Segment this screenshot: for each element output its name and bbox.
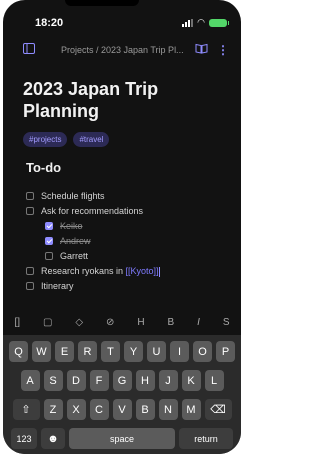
keyboard-row-1: Q W E R T Y U I O P	[3, 341, 241, 362]
more-icon[interactable]: ⋮	[217, 43, 229, 57]
tag-travel[interactable]: #travel	[73, 132, 110, 147]
tag-icon[interactable]: ◇	[75, 317, 83, 328]
todo-checkbox-checked[interactable]	[45, 237, 53, 245]
key-z[interactable]: Z	[43, 399, 63, 420]
attachment-icon[interactable]: ⊘	[106, 317, 114, 328]
key-c[interactable]: C	[89, 399, 109, 420]
heading-icon[interactable]: H	[137, 317, 144, 328]
todo-checkbox-checked[interactable]	[45, 222, 53, 230]
status-time: 18:20	[35, 17, 64, 29]
todo-label[interactable]: Research ryokans in [[Kyoto]]	[41, 266, 160, 277]
todo-label[interactable]: Andrew	[60, 236, 91, 246]
key-q[interactable]: Q	[9, 341, 28, 362]
todo-checkbox[interactable]	[26, 207, 34, 215]
todo-label[interactable]: Schedule flights	[41, 191, 105, 201]
todo-label[interactable]: Garrett	[60, 251, 88, 261]
keyboard-row-3: ⇧ Z X C V B N M ⌫	[3, 399, 241, 420]
battery-icon	[209, 18, 229, 27]
shift-key[interactable]: ⇧	[12, 399, 40, 420]
key-j[interactable]: J	[158, 370, 178, 391]
wiki-link[interactable]: [[Kyoto]]	[126, 266, 159, 276]
key-v[interactable]: V	[112, 399, 132, 420]
key-b[interactable]: B	[135, 399, 155, 420]
tag-list: #projects #travel	[23, 132, 110, 147]
key-p[interactable]: P	[216, 341, 235, 362]
note-title[interactable]: 2023 Japan Trip Planning	[23, 78, 228, 122]
status-icons: ◠	[182, 17, 229, 28]
sidebar-icon[interactable]	[23, 43, 35, 57]
todo-item: Andrew	[3, 235, 241, 250]
emoji-key[interactable]: ☻	[41, 428, 65, 449]
todo-item: Keiko	[3, 220, 241, 235]
key-l[interactable]: L	[204, 370, 224, 391]
key-g[interactable]: G	[112, 370, 132, 391]
key-m[interactable]: M	[181, 399, 201, 420]
section-heading: To-do	[26, 160, 62, 175]
book-icon[interactable]	[195, 43, 208, 57]
key-a[interactable]: A	[20, 370, 40, 391]
todo-label[interactable]: Ask for recommendations	[41, 206, 143, 216]
todo-item: Research ryokans in [[Kyoto]]	[3, 265, 241, 280]
todo-checkbox[interactable]	[26, 267, 34, 275]
key-n[interactable]: N	[158, 399, 178, 420]
todo-item: Schedule flights	[3, 190, 241, 205]
text-cursor	[158, 266, 160, 277]
key-x[interactable]: X	[66, 399, 86, 420]
return-key[interactable]: return	[179, 428, 233, 449]
format-toolbar: [] ▢ ◇ ⊘ H B I S	[3, 312, 241, 332]
todo-item: Itinerary	[3, 280, 241, 295]
key-w[interactable]: W	[32, 341, 51, 362]
space-key[interactable]: space	[69, 428, 175, 449]
strikethrough-icon[interactable]: S	[223, 317, 230, 328]
key-k[interactable]: K	[181, 370, 201, 391]
key-d[interactable]: D	[66, 370, 86, 391]
todo-label[interactable]: Keiko	[60, 221, 83, 231]
key-o[interactable]: O	[193, 341, 212, 362]
note-header: Projects / 2023 Japan Trip Pl... ⋮	[3, 42, 241, 60]
tag-projects[interactable]: #projects	[23, 132, 68, 147]
todo-checkbox[interactable]	[26, 192, 34, 200]
todo-label[interactable]: Itinerary	[41, 281, 74, 291]
phone-screen: 18:20 ◠ Projects / 2023 Japan Trip Pl...…	[3, 0, 241, 454]
keyboard: Q W E R T Y U I O P A S D F G H J K L ⇧ …	[3, 335, 241, 454]
todo-checkbox[interactable]	[45, 252, 53, 260]
signal-icon	[182, 18, 194, 27]
todo-checkbox[interactable]	[26, 282, 34, 290]
numbers-key[interactable]: 123	[11, 428, 37, 449]
status-bar: 18:20 ◠	[3, 14, 241, 32]
camera-notch	[65, 0, 139, 6]
key-h[interactable]: H	[135, 370, 155, 391]
todo-item: Garrett	[3, 250, 241, 265]
key-r[interactable]: R	[78, 341, 97, 362]
key-s[interactable]: S	[43, 370, 63, 391]
key-y[interactable]: Y	[124, 341, 143, 362]
italic-icon[interactable]: I	[197, 317, 200, 328]
backspace-key[interactable]: ⌫	[204, 399, 232, 420]
wifi-icon: ◠	[197, 17, 205, 27]
key-u[interactable]: U	[147, 341, 166, 362]
key-e[interactable]: E	[55, 341, 74, 362]
brackets-icon[interactable]: []	[14, 317, 20, 328]
file-icon[interactable]: ▢	[43, 317, 52, 328]
keyboard-row-4: 123 ☻ space return	[3, 428, 241, 449]
key-f[interactable]: F	[89, 370, 109, 391]
bold-icon[interactable]: B	[168, 317, 175, 328]
breadcrumb[interactable]: Projects / 2023 Japan Trip Pl...	[61, 45, 187, 55]
todo-item: Ask for recommendations	[3, 205, 241, 220]
key-t[interactable]: T	[101, 341, 120, 362]
todo-label-text: Research ryokans in	[41, 266, 126, 276]
todo-list: Schedule flights Ask for recommendations…	[3, 190, 241, 295]
keyboard-row-2: A S D F G H J K L	[3, 370, 241, 391]
key-i[interactable]: I	[170, 341, 189, 362]
